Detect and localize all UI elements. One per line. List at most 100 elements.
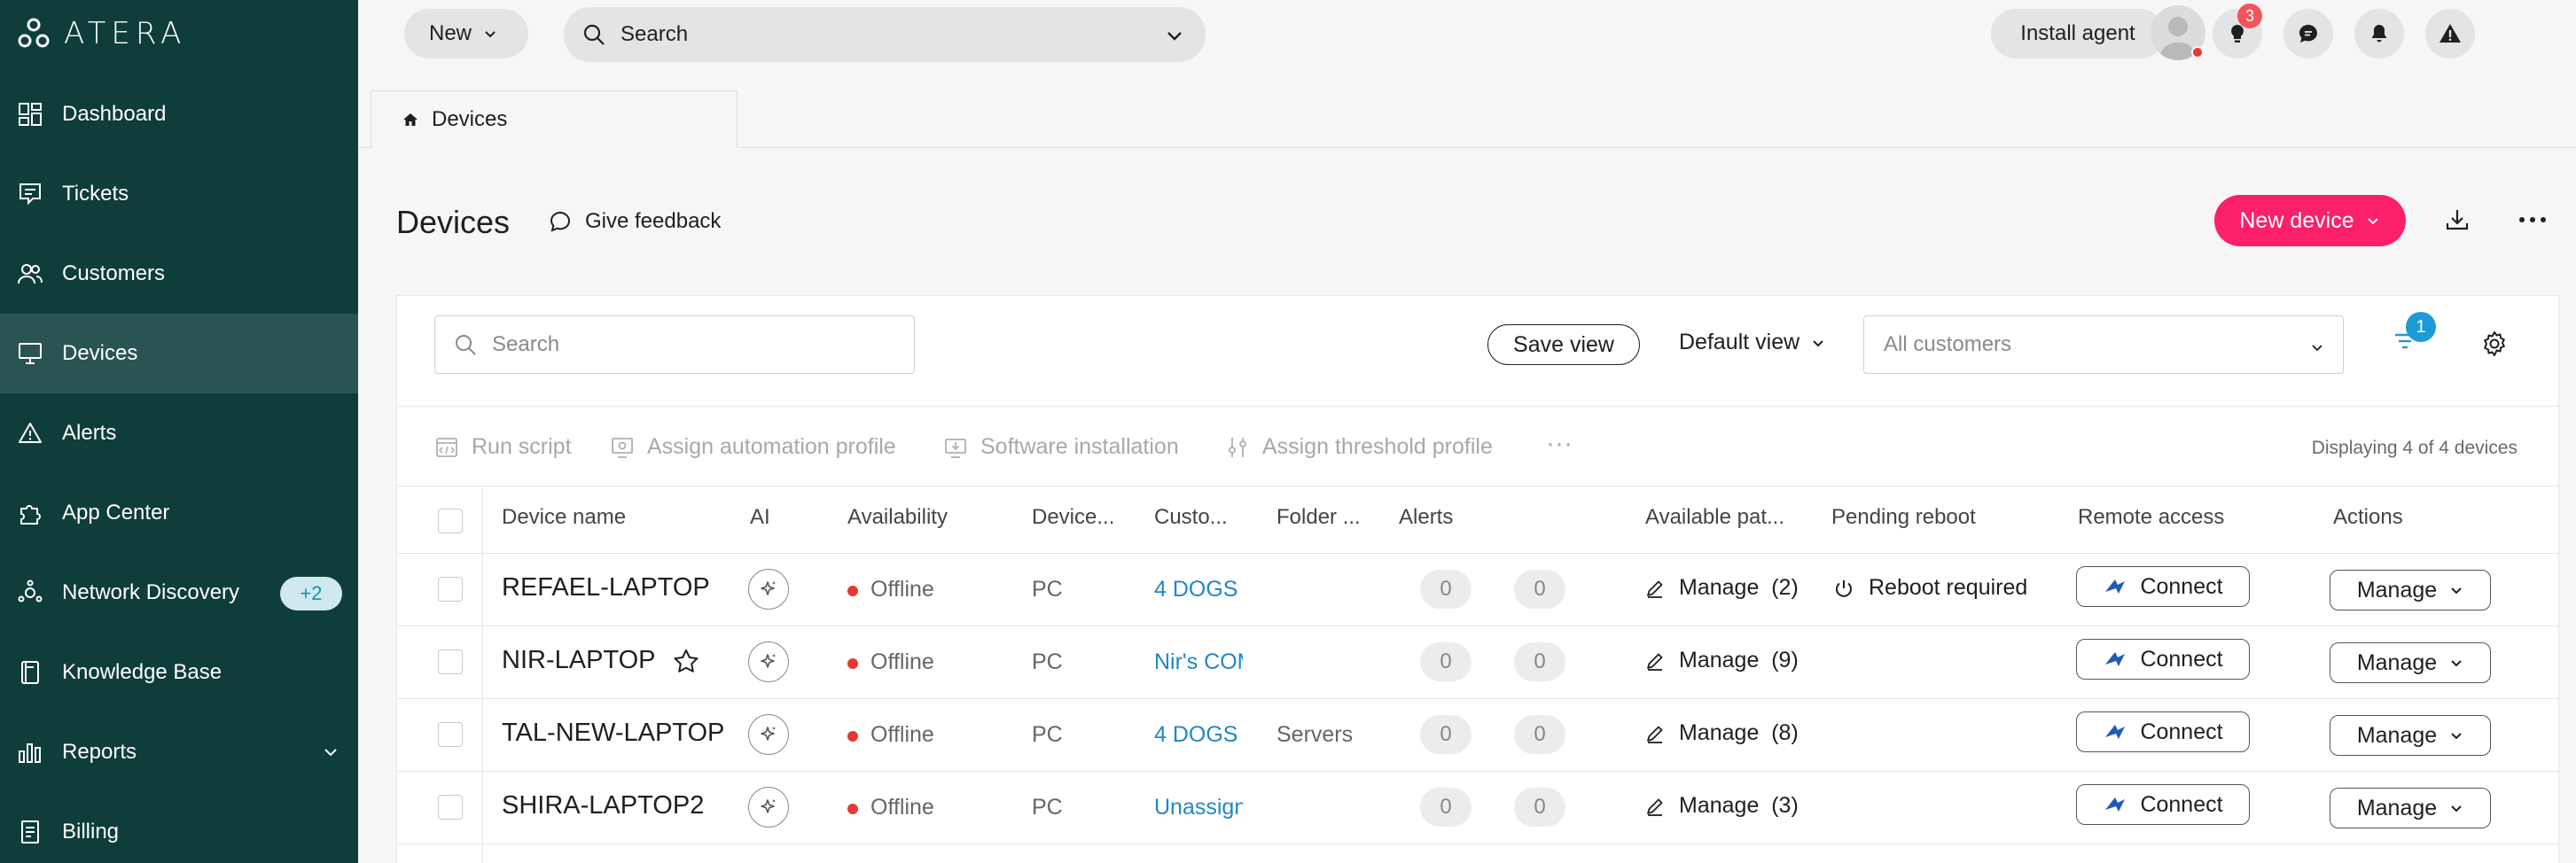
sidebar-item-app-center[interactable]: App Center [0,473,358,553]
assign-automation-profile-button[interactable]: Assign automation profile [610,434,896,460]
table-row[interactable]: REFAEL-LAPTOP Offline PC 4 DOGS CO 0 0 M… [397,554,2560,626]
display-count: Displaying 4 of 4 devices [2311,438,2517,458]
export-button[interactable] [2443,206,2471,238]
manage-actions-button[interactable]: Manage [2330,642,2491,683]
customer-link[interactable]: Unassigned [1154,795,1243,820]
customer-link[interactable]: 4 DOGS CO [1154,722,1243,748]
customers-select[interactable]: All customers [1863,315,2344,374]
sidebar-item-tickets[interactable]: Tickets [0,154,358,234]
sidebar-item-label: Billing [62,820,120,844]
install-agent-button[interactable]: Install agent [1991,9,2165,58]
atera-logo[interactable]: ATERA [16,14,186,53]
sidebar-item-network-discovery[interactable]: Network Discovery +2 [0,553,358,633]
manage-actions-button[interactable]: Manage [2330,788,2491,828]
column-header-ai[interactable]: AI [750,505,770,530]
device-search-input[interactable]: Search [434,315,915,374]
alerts-count-pill[interactable]: 0 [1514,642,1565,681]
default-view-dropdown[interactable]: Default view [1679,330,1826,355]
alerts-count-pill[interactable]: 0 [1514,788,1565,827]
alerts-button[interactable] [2425,9,2475,58]
software-install-icon [945,438,966,458]
alerts-count-pill[interactable]: 0 [1514,570,1565,609]
row-checkbox[interactable] [438,795,463,820]
column-header-availability[interactable]: Availability [847,505,948,530]
manage-actions-button[interactable]: Manage [2330,570,2491,610]
manage-patches-link[interactable]: Manage (8) [1643,720,1799,746]
ai-button[interactable] [748,641,789,682]
table-row[interactable]: SHIRA-LAPTOP2 Offline PC Unassigned 0 0 … [397,772,2560,844]
sidebar-item-customers[interactable]: Customers [0,234,358,314]
alerts-count-pill[interactable]: 0 [1420,570,1471,609]
sidebar-item-devices[interactable]: Devices [0,314,358,393]
tips-button[interactable]: 3 [2213,4,2262,58]
connect-button[interactable]: Connect [2076,639,2250,680]
manage-patches-link[interactable]: Manage (3) [1643,793,1799,819]
table-row[interactable]: NIR-LAPTOP Offline PC Nir's COMPANY 0 0 … [397,626,2560,699]
assign-threshold-profile-button[interactable]: Assign threshold profile [1225,434,1493,460]
logo-text: ATERA [64,16,187,51]
manage-patches-link[interactable]: Manage (9) [1643,648,1799,673]
device-name[interactable]: REFAEL-LAPTOP [502,573,710,603]
row-checkbox[interactable] [438,649,463,674]
pencil-icon [1647,653,1663,671]
connect-button[interactable]: Connect [2076,711,2250,752]
chevron-down-icon [2367,218,2378,225]
row-checkbox[interactable] [438,722,463,747]
row-checkbox[interactable] [438,577,463,602]
alerts-count-pill[interactable]: 0 [1420,788,1471,827]
connect-button[interactable]: Connect [2076,566,2250,607]
billing-icon [16,818,44,846]
column-header-customer[interactable]: Custo... [1154,505,1228,530]
sidebar-item-label: App Center [62,501,170,525]
sidebar-item-billing[interactable]: Billing [0,792,358,863]
availability-status: Offline [870,722,934,747]
column-header-alerts[interactable]: Alerts [1399,505,1453,530]
alerts-count-pill[interactable]: 0 [1514,715,1565,754]
new-button[interactable]: New [404,9,528,58]
ai-button[interactable] [748,714,789,755]
table-settings-button[interactable] [2480,330,2509,362]
run-script-button[interactable]: Run script [434,434,572,460]
chevron-down-icon[interactable] [1165,27,1184,46]
column-header-device-name[interactable]: Device name [502,505,626,530]
column-header-available-patches[interactable]: Available pat... [1645,505,1784,530]
sidebar-item-reports[interactable]: Reports [0,712,358,792]
sidebar-item-dashboard[interactable]: Dashboard [0,74,358,154]
customer-link[interactable]: 4 DOGS CO [1154,577,1243,603]
device-name[interactable]: TAL-NEW-LAPTOP [502,719,724,748]
column-header-pending-reboot[interactable]: Pending reboot [1831,505,1976,530]
device-name[interactable]: NIR-LAPTOP [502,646,656,675]
column-header-folder[interactable]: Folder ... [1276,505,1361,530]
alerts-count-pill[interactable]: 0 [1420,715,1471,754]
customer-link[interactable]: Nir's COMPANY [1154,649,1243,675]
availability-status: Offline [870,649,934,674]
toolbar-more-button[interactable]: ··· [1546,429,1573,459]
ai-button[interactable] [748,569,789,610]
alerts-count-pill[interactable]: 0 [1420,642,1471,681]
chat-button[interactable] [2283,9,2333,58]
give-feedback-link[interactable]: Give feedback [548,209,721,234]
save-view-button[interactable]: Save view [1487,324,1640,365]
chevron-down-icon[interactable] [321,742,340,766]
more-options-button[interactable] [2517,209,2548,235]
select-all-checkbox[interactable] [438,509,463,533]
connect-button[interactable]: Connect [2076,784,2250,825]
device-name[interactable]: SHIRA-LAPTOP2 [502,791,704,820]
ai-button[interactable] [748,787,789,828]
column-header-device-type[interactable]: Device... [1032,505,1114,530]
global-search[interactable]: Search [564,7,1206,62]
manage-actions-button[interactable]: Manage [2330,715,2491,756]
star-icon[interactable] [672,648,700,680]
user-status-dot [2191,46,2204,58]
table-row[interactable]: TAL-NEW-LAPTOP Offline PC 4 DOGS CO Serv… [397,699,2560,772]
sidebar-item-alerts[interactable]: Alerts [0,393,358,473]
software-installation-button[interactable]: Software installation [943,434,1179,460]
sidebar-item-label: Reports [62,740,137,764]
notifications-button[interactable] [2354,9,2404,58]
breadcrumb[interactable]: Devices [371,90,738,148]
manage-patches-link[interactable]: Manage (2) [1643,575,1799,601]
sidebar-item-knowledge-base[interactable]: Knowledge Base [0,633,358,712]
column-header-actions[interactable]: Actions [2333,505,2403,530]
new-device-button[interactable]: New device [2214,195,2406,246]
column-header-remote-access[interactable]: Remote access [2078,505,2224,530]
